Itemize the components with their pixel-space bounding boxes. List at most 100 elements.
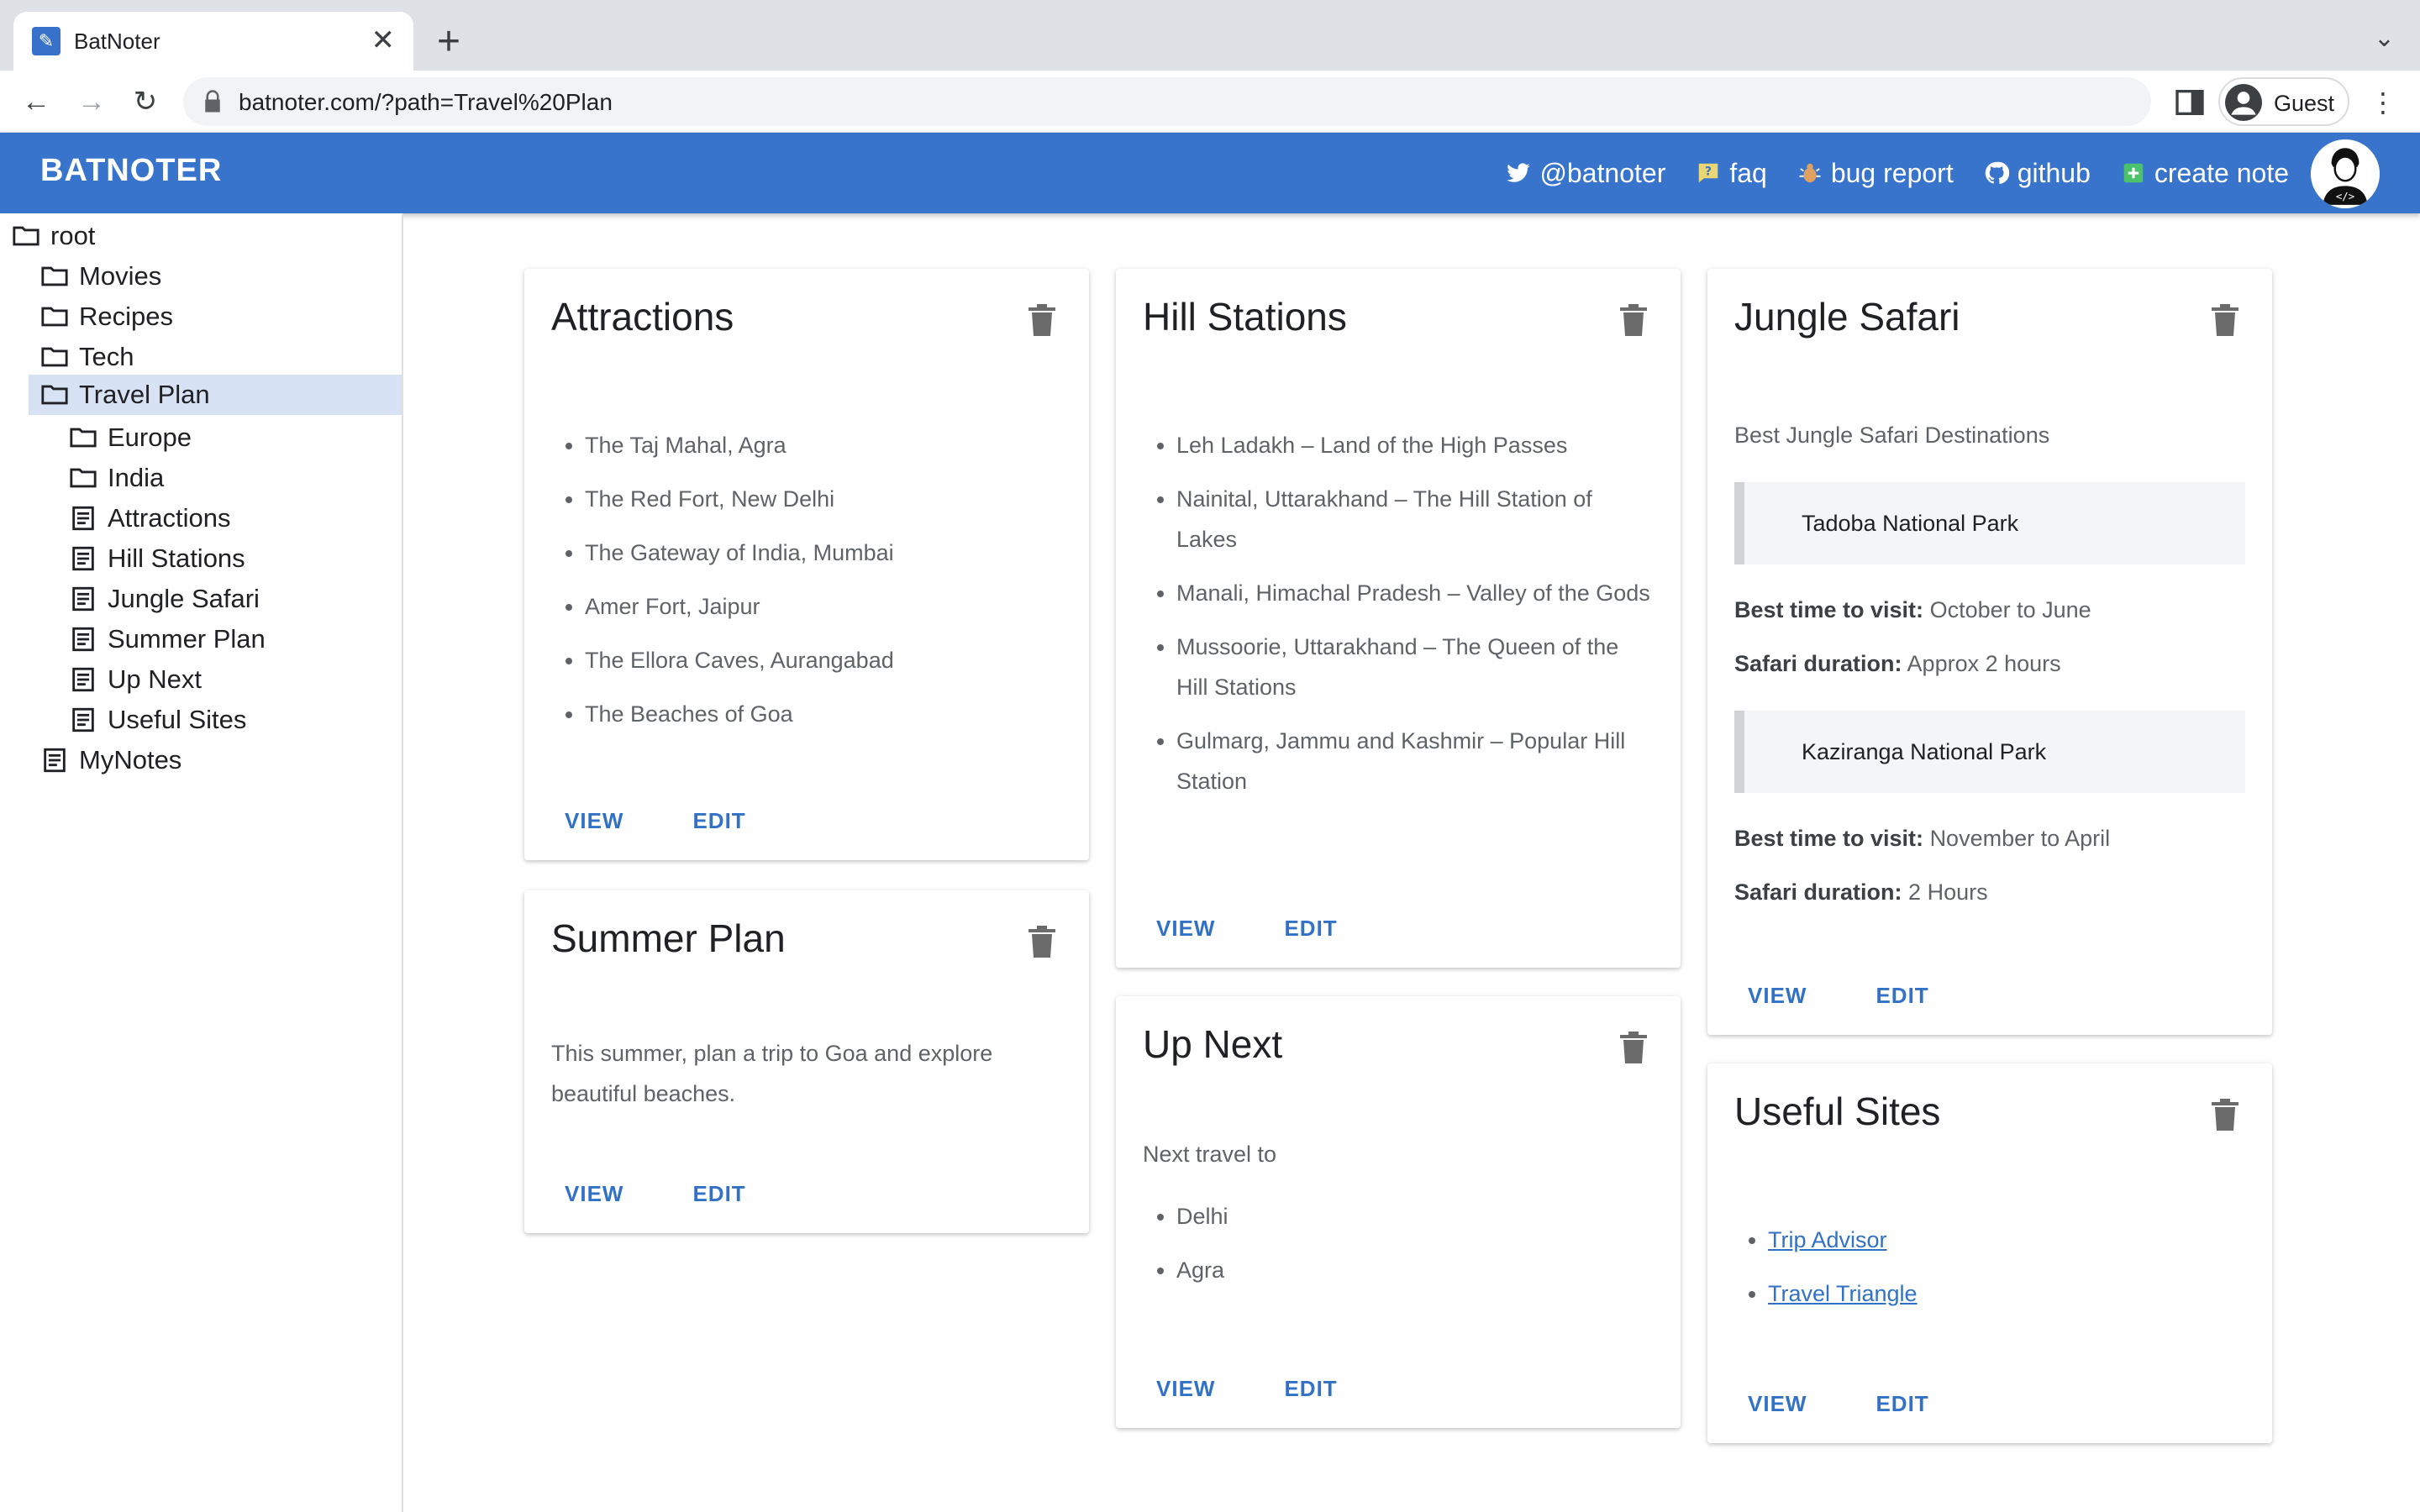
folder-icon — [41, 307, 68, 327]
faq-link[interactable]: ? faq — [1696, 158, 1767, 189]
browser-menu-icon[interactable]: ⋮ — [2370, 86, 2396, 119]
browser-tab[interactable]: ✎ BatNoter ✕ — [13, 12, 413, 71]
tree-item-mynotes[interactable]: MyNotes — [40, 740, 398, 780]
browser-toolbar: ← → ↻ batnoter.com/?path=Travel%20Plan G… — [0, 71, 2420, 133]
tab-search-chevron-icon[interactable]: ⌄ — [2374, 24, 2395, 53]
tree-item-hill-stations[interactable]: Hill Stations — [69, 538, 398, 579]
trash-icon[interactable] — [1027, 924, 1057, 958]
trip-advisor-link[interactable]: Trip Advisor — [1768, 1227, 1887, 1252]
github-label: github — [2017, 157, 2091, 188]
tree-item-recipes[interactable]: Recipes — [40, 297, 398, 337]
view-button[interactable]: VIEW — [1156, 916, 1215, 942]
browser-tab-bar: ✎ BatNoter ✕ + ⌄ — [0, 0, 2420, 71]
note-icon — [72, 667, 94, 692]
profile-button[interactable]: Guest — [2218, 77, 2349, 126]
edit-button[interactable]: EDIT — [1284, 1376, 1337, 1402]
tree-item-label: Tech — [79, 342, 134, 371]
create-note-link[interactable]: create note — [2121, 158, 2289, 189]
tree-item-movies[interactable]: Movies — [40, 256, 398, 297]
reload-icon[interactable]: ↻ — [126, 82, 165, 121]
view-button[interactable]: VIEW — [565, 808, 623, 834]
card-actions: VIEW EDIT — [565, 808, 746, 834]
note-icon — [44, 748, 66, 773]
card-actions: VIEW EDIT — [1748, 1391, 1929, 1417]
card-actions: VIEW EDIT — [1156, 916, 1338, 942]
useful-sites-list: Trip Advisor Travel Triangle — [1734, 1220, 2245, 1314]
best-time-label: Best time to visit: — [1734, 826, 1924, 851]
trash-icon[interactable] — [1618, 302, 1649, 336]
trash-icon[interactable] — [2210, 302, 2240, 336]
tree-item-label: Up Next — [108, 664, 202, 694]
attractions-list: The Taj Mahal, Agra The Red Fort, New De… — [551, 425, 1062, 734]
bug-report-link[interactable]: bug report — [1797, 158, 1954, 189]
edit-button[interactable]: EDIT — [692, 1181, 745, 1207]
edit-button[interactable]: EDIT — [1876, 983, 1928, 1009]
list-item: Travel Triangle — [1768, 1273, 2245, 1314]
view-button[interactable]: VIEW — [1748, 1391, 1807, 1417]
safari-duration-value: Approx 2 hours — [1907, 651, 2061, 676]
view-button[interactable]: VIEW — [1748, 983, 1807, 1009]
tree-item-useful-sites[interactable]: Useful Sites — [69, 700, 398, 740]
folder-icon — [41, 266, 68, 286]
travel-triangle-link[interactable]: Travel Triangle — [1768, 1281, 1918, 1306]
card-title: Useful Sites — [1734, 1089, 1941, 1133]
safari-duration-row: Safari duration: 2 Hours — [1734, 872, 2245, 912]
edit-button[interactable]: EDIT — [1876, 1391, 1928, 1417]
view-button[interactable]: VIEW — [1156, 1376, 1215, 1402]
tree-item-europe[interactable]: Europe — [69, 417, 398, 458]
tree-item-up-next[interactable]: Up Next — [69, 659, 398, 700]
github-link[interactable]: github — [1984, 158, 2091, 189]
new-tab-button[interactable]: + — [437, 20, 460, 64]
side-panel-icon[interactable] — [2173, 86, 2207, 119]
best-time-value: November to April — [1929, 826, 2111, 851]
forward-arrow-icon[interactable]: → — [72, 82, 111, 121]
lock-icon — [205, 90, 220, 113]
tree-item-tech[interactable]: Tech — [40, 337, 398, 377]
trash-icon[interactable] — [1027, 302, 1057, 336]
folder-icon — [70, 428, 97, 448]
folder-icon — [41, 385, 68, 405]
twitter-link[interactable]: @batnoter — [1506, 158, 1665, 189]
address-bar[interactable]: batnoter.com/?path=Travel%20Plan — [183, 77, 2151, 126]
svg-text:</>: </> — [2336, 191, 2354, 202]
note-card-attractions: Attractions The Taj Mahal, Agra The Red … — [524, 269, 1089, 860]
user-avatar[interactable]: </> — [2311, 139, 2380, 208]
trash-icon[interactable] — [2210, 1097, 2240, 1131]
tab-close-icon[interactable]: ✕ — [371, 24, 396, 57]
edit-button[interactable]: EDIT — [692, 808, 745, 834]
note-icon — [72, 586, 94, 612]
note-icon — [72, 707, 94, 732]
list-item: The Red Fort, New Delhi — [585, 479, 1062, 519]
card-title: Jungle Safari — [1734, 295, 1960, 339]
back-arrow-icon[interactable]: ← — [17, 82, 55, 121]
folder-tree-sidebar: root Movies Recipes Tech Travel Plan Eur… — [0, 213, 403, 1512]
list-item: The Ellora Caves, Aurangabad — [585, 640, 1062, 680]
list-item: The Beaches of Goa — [585, 694, 1062, 734]
tree-item-summer-plan[interactable]: Summer Plan — [69, 619, 398, 659]
trash-icon[interactable] — [1618, 1030, 1649, 1063]
url-text[interactable]: batnoter.com/?path=Travel%20Plan — [239, 89, 613, 116]
create-note-label: create note — [2154, 157, 2289, 188]
tree-item-attractions[interactable]: Attractions — [69, 498, 398, 538]
brand-logo[interactable]: BATNOTER — [40, 153, 222, 189]
list-item: Leh Ladakh – Land of the High Passes — [1176, 425, 1654, 465]
edit-button[interactable]: EDIT — [1284, 916, 1337, 942]
tree-item-travel-plan[interactable]: Travel Plan — [29, 375, 402, 415]
tree-item-root[interactable]: root — [12, 216, 398, 256]
profile-label: Guest — [2274, 91, 2335, 116]
card-actions: VIEW EDIT — [1748, 983, 1929, 1009]
svg-text:?: ? — [1705, 165, 1712, 179]
card-text: Best Jungle Safari Destinations — [1734, 423, 2050, 448]
tree-item-india[interactable]: India — [69, 458, 398, 498]
note-card-hill-stations: Hill Stations Leh Ladakh – Land of the H… — [1116, 269, 1681, 968]
note-icon — [72, 546, 94, 571]
github-icon — [1985, 161, 2009, 184]
tree-item-label: Movies — [79, 261, 162, 291]
best-time-value: October to June — [1929, 597, 2091, 622]
tree-item-label: Europe — [108, 423, 192, 452]
plus-square-icon — [2123, 163, 2144, 183]
view-button[interactable]: VIEW — [565, 1181, 623, 1207]
tree-item-jungle-safari[interactable]: Jungle Safari — [69, 579, 398, 619]
card-body: Leh Ladakh – Land of the High Passes Nai… — [1143, 425, 1654, 815]
list-item: Mussoorie, Uttarakhand – The Queen of th… — [1176, 627, 1654, 707]
